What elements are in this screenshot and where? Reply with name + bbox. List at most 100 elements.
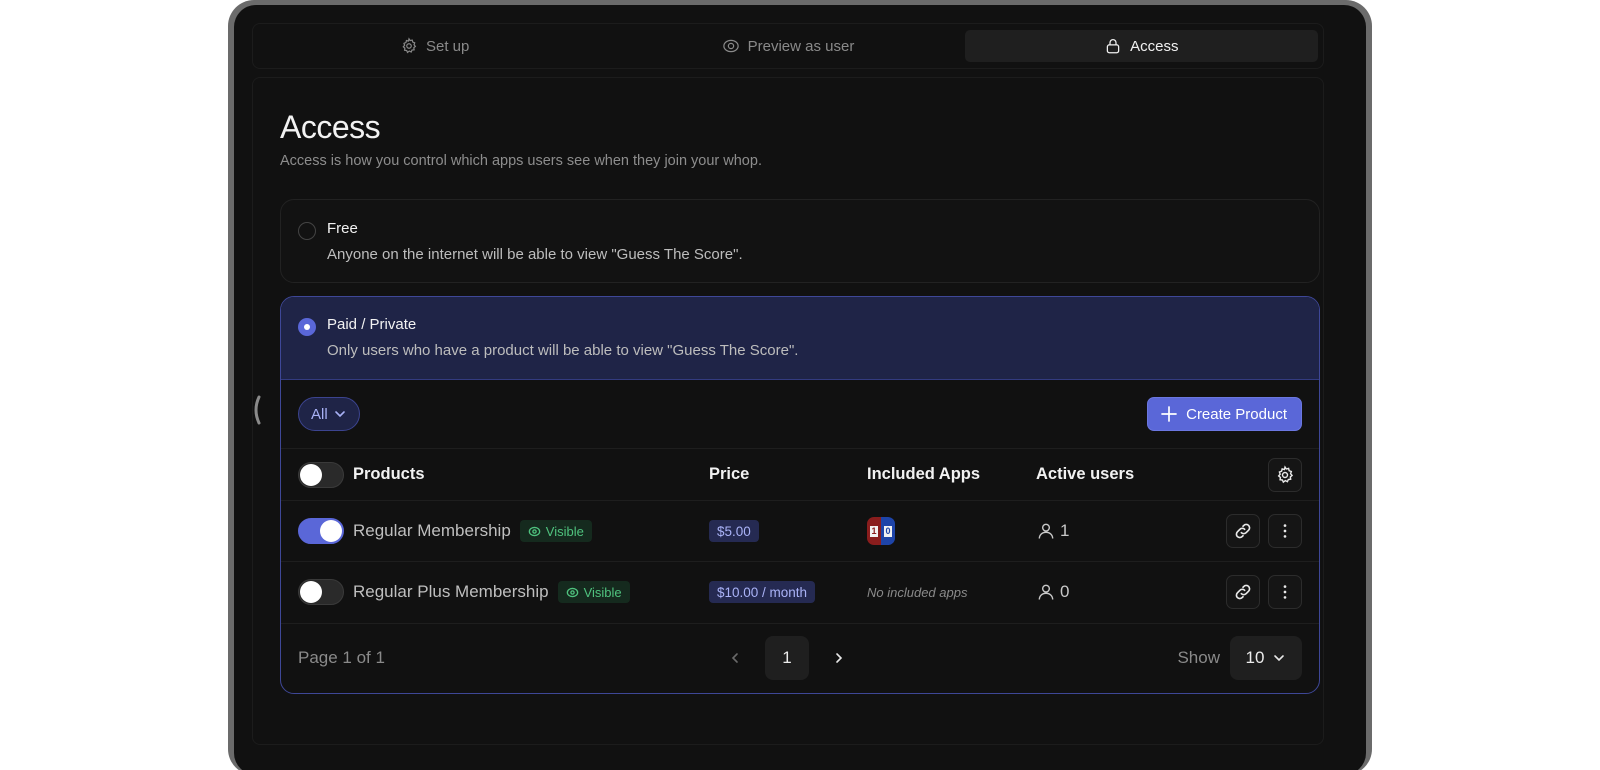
app-icon-red-half: 1	[867, 517, 881, 545]
app-icon-digit: 0	[884, 525, 892, 537]
active-users-count: 1	[1060, 521, 1070, 540]
page-indicator: Page 1 of 1	[298, 648, 385, 667]
collapse-sidebar-handle[interactable]	[250, 390, 264, 430]
filter-label: All	[311, 405, 328, 423]
active-users-count: 0	[1060, 582, 1070, 601]
more-vertical-icon	[1283, 524, 1287, 538]
lock-icon	[1106, 39, 1120, 54]
chevron-down-icon	[334, 411, 345, 418]
page-size-value: 10	[1245, 648, 1265, 667]
link-icon	[1235, 584, 1251, 600]
header-products-cell: Products	[298, 449, 425, 500]
pagination-footer: Page 1 of 1 1 Show 10	[281, 623, 1319, 693]
device-frame: Set up Preview as user Access Access Acc…	[228, 0, 1372, 770]
chevron-left-icon	[731, 653, 738, 663]
table-settings-button[interactable]	[1268, 457, 1302, 492]
eye-icon	[566, 587, 578, 597]
app-screen: Set up Preview as user Access Access Acc…	[234, 5, 1366, 770]
app-icon-digit: 1	[870, 525, 878, 537]
tab-set-up[interactable]: Set up	[258, 30, 611, 62]
more-options-button[interactable]	[1268, 575, 1302, 609]
create-product-label: Create Product	[1186, 405, 1287, 423]
page-size-select[interactable]: 10	[1230, 636, 1302, 680]
access-option-paid: Paid / Private Only users who have a pro…	[280, 296, 1320, 694]
tab-access[interactable]: Access	[964, 30, 1318, 62]
page-number-button[interactable]: 1	[765, 636, 809, 680]
copy-link-button[interactable]	[1226, 575, 1260, 609]
gear-icon	[402, 37, 417, 54]
option-title: Paid / Private	[327, 316, 417, 333]
copy-link-button[interactable]	[1226, 514, 1260, 548]
chevron-down-icon	[1274, 655, 1285, 662]
header-products: Products	[353, 465, 425, 483]
table-header-row: Products Price Included Apps Active user…	[281, 448, 1319, 500]
product-filter-dropdown[interactable]: All	[298, 397, 360, 431]
visibility-label: Visible	[545, 523, 584, 539]
user-icon	[1038, 523, 1054, 539]
option-description: Anyone on the internet will be able to v…	[327, 246, 743, 263]
option-description: Only users who have a product will be ab…	[327, 342, 799, 359]
header-included-apps: Included Apps	[867, 465, 981, 483]
more-vertical-icon	[1283, 585, 1287, 599]
eye-icon	[528, 526, 541, 536]
actions-cell	[1226, 562, 1302, 622]
radio-paid[interactable]	[298, 318, 316, 336]
chevron-left-icon	[254, 395, 261, 425]
create-product-button[interactable]: Create Product	[1147, 397, 1302, 431]
apps-cell: No included apps	[867, 562, 967, 622]
app-icon-blue-half: 0	[881, 517, 895, 545]
visibility-label: Visible	[583, 584, 622, 600]
users-cell: 1	[1036, 501, 1069, 561]
next-page-button[interactable]	[827, 646, 851, 670]
product-name[interactable]: Regular Plus Membership	[353, 582, 549, 602]
price-badge: $5.00	[709, 520, 759, 542]
tab-label: Set up	[425, 37, 470, 55]
access-option-free[interactable]: Free Anyone on the internet will be able…	[280, 199, 1320, 283]
page-subtitle: Access is how you control which apps use…	[280, 153, 762, 169]
header-users-cell: Active users	[1036, 449, 1134, 500]
actions-cell	[1226, 501, 1302, 561]
product-cell: Regular Membership Visible	[298, 501, 592, 561]
chevron-right-icon	[836, 653, 843, 663]
tab-label: Preview as user	[747, 37, 855, 55]
users-cell: 0	[1036, 562, 1069, 622]
eye-icon	[722, 39, 739, 53]
visibility-badge: Visible	[557, 581, 630, 603]
product-enabled-toggle[interactable]	[298, 579, 344, 605]
prev-page-button[interactable]	[723, 646, 747, 670]
products-table: Products Price Included Apps Active user…	[281, 448, 1319, 622]
visibility-badge: Visible	[519, 520, 592, 542]
more-options-button[interactable]	[1268, 514, 1302, 548]
product-enabled-toggle[interactable]	[298, 518, 344, 544]
option-title: Free	[327, 220, 358, 237]
table-row: Regular Plus Membership Visible $10.00 /…	[281, 561, 1319, 622]
guess-the-score-app-icon[interactable]: 1 0	[867, 517, 895, 545]
gear-icon	[1277, 464, 1294, 483]
page-size-control: Show 10	[1177, 636, 1302, 680]
apps-cell: 1 0	[867, 501, 895, 561]
price-cell: $10.00 / month	[709, 562, 816, 622]
header-apps-cell: Included Apps	[867, 449, 980, 500]
tab-label: Access	[1130, 37, 1179, 55]
plus-icon	[1161, 406, 1177, 422]
header-price: Price	[709, 465, 750, 483]
select-all-toggle[interactable]	[298, 461, 344, 488]
paid-option-header[interactable]: Paid / Private Only users who have a pro…	[281, 297, 1319, 380]
radio-free[interactable]	[298, 222, 316, 240]
header-actions-cell	[1268, 449, 1302, 500]
no-apps-text: No included apps	[867, 584, 968, 600]
user-icon	[1038, 584, 1054, 600]
show-label: Show	[1177, 648, 1220, 667]
tab-bar: Set up Preview as user Access	[252, 23, 1324, 69]
product-name[interactable]: Regular Membership	[353, 521, 511, 541]
tab-preview-as-user[interactable]: Preview as user	[611, 30, 964, 62]
header-active-users: Active users	[1036, 465, 1135, 483]
product-cell: Regular Plus Membership Visible	[298, 562, 630, 622]
price-cell: $5.00	[709, 501, 759, 561]
pager: 1	[723, 636, 851, 680]
link-icon	[1235, 523, 1251, 539]
page-title: Access	[280, 109, 381, 145]
header-price-cell: Price	[709, 449, 749, 500]
table-row: Regular Membership Visible $5.00 1 0 1	[281, 500, 1319, 561]
price-badge: $10.00 / month	[709, 581, 816, 603]
